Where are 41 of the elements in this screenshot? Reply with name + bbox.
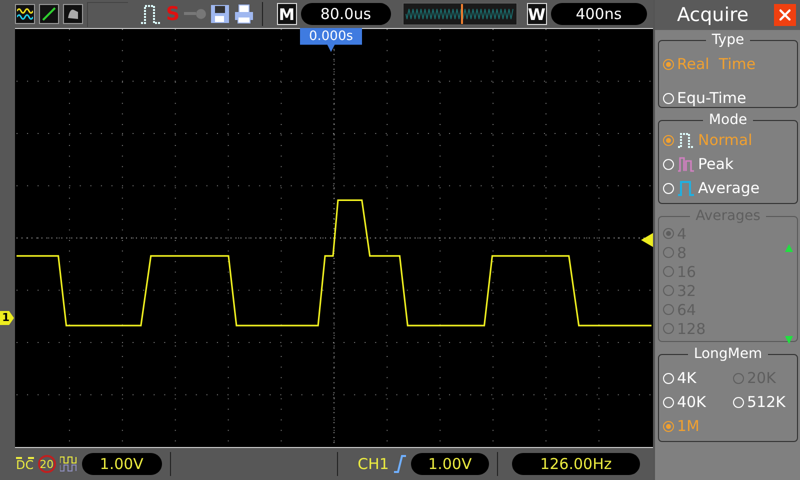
window-key[interactable]: W xyxy=(526,3,547,25)
trigger-level-display: 1.00V xyxy=(410,453,489,475)
group-title: Mode xyxy=(708,112,748,128)
group-title: Type xyxy=(710,32,746,48)
option-label: Average xyxy=(698,179,760,197)
frequency-display: 126.00Hz xyxy=(512,453,640,475)
timebase-display: 80.0us xyxy=(300,3,391,25)
option-label: Peak xyxy=(698,155,734,173)
noisy-pulse-icon xyxy=(677,131,695,149)
option-label: 1M xyxy=(677,417,700,435)
option-label: 4K xyxy=(677,369,696,387)
pulse-icon xyxy=(677,179,695,197)
trigger-source-label: CH1 xyxy=(358,455,389,473)
dual-wave-icon[interactable] xyxy=(15,4,35,24)
option-label: 512K xyxy=(747,393,786,411)
option-label: 40K xyxy=(677,393,706,411)
bandwidth-limit-badge: 20 xyxy=(38,455,56,473)
blank-slot xyxy=(87,2,128,26)
option-label: Equ-Time xyxy=(677,89,746,107)
coupling-label: DC xyxy=(16,456,34,472)
group-title: LongMem xyxy=(692,346,764,362)
diagonal-line-icon[interactable] xyxy=(39,4,59,24)
trigger-position-marker[interactable]: 0.000s xyxy=(300,28,362,52)
noisy-pulse-icon[interactable] xyxy=(140,3,162,25)
peak-pulse-icon xyxy=(677,155,695,173)
option-label: Real Time xyxy=(677,55,756,73)
printer-icon[interactable] xyxy=(234,4,254,24)
option-label: Normal xyxy=(698,131,752,149)
channel-marker: 1 xyxy=(0,311,14,325)
waveform-image-icon[interactable] xyxy=(63,4,83,24)
rising-edge-icon xyxy=(392,454,407,474)
square-wave-icon xyxy=(60,456,78,472)
window-timebase-display: 400ns xyxy=(550,3,647,25)
panel-title: Acquire xyxy=(677,4,749,26)
radio-button[interactable] xyxy=(663,58,674,70)
radio-button[interactable] xyxy=(663,134,674,146)
stop-indicator: S xyxy=(166,3,180,25)
radio-button[interactable] xyxy=(663,420,674,432)
trigger-level-marker[interactable] xyxy=(641,233,653,247)
zoom-key[interactable]: M xyxy=(276,3,297,25)
volts-per-div-display: 1.00V xyxy=(82,453,162,475)
